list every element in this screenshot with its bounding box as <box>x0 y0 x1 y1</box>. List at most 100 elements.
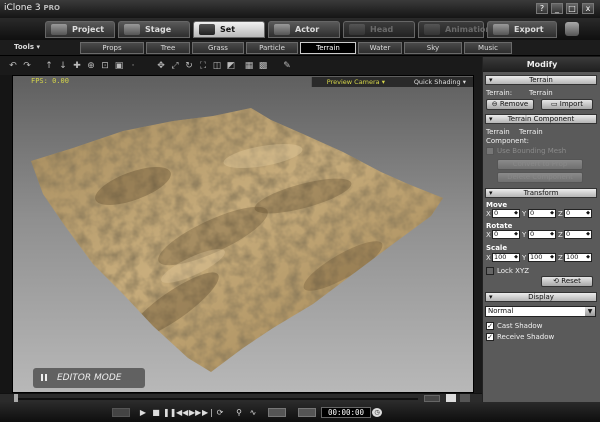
chevron-down-icon: ▾ <box>489 115 493 123</box>
monitor-icon[interactable] <box>268 408 286 417</box>
dot-icon[interactable]: · <box>128 61 138 71</box>
delete-component-button[interactable]: Delete Component <box>497 172 583 183</box>
speed-icon[interactable]: ∿ <box>248 408 258 417</box>
remove-button[interactable]: ⊖ Remove <box>486 99 534 110</box>
snap-icon[interactable]: ▩ <box>258 61 268 71</box>
axis-x-label: X <box>486 254 491 262</box>
subtab-particle[interactable]: Particle <box>246 42 298 54</box>
object-icon[interactable]: ▣ <box>114 61 124 71</box>
rotate-y-field[interactable]: 0 ◆ <box>528 230 556 239</box>
align-icon[interactable]: ⊕ <box>86 61 96 71</box>
pause-icon[interactable]: ❚❚ <box>163 408 176 417</box>
pan-icon[interactable]: ✥ <box>156 61 166 71</box>
tab-set[interactable]: Set <box>193 21 265 38</box>
cast-shadow-checkbox[interactable]: ✓ <box>486 322 494 330</box>
undo-icon[interactable]: ↶ <box>8 61 18 71</box>
pen-icon[interactable]: ✎ <box>282 61 292 71</box>
animation-icon <box>424 24 440 35</box>
axis-z-label: Z <box>558 254 563 262</box>
receive-shadow-checkbox[interactable]: ✓ <box>486 333 494 341</box>
display-section-header[interactable]: ▾ Display <box>485 292 597 302</box>
move-z-field[interactable]: 0 ◆ <box>564 209 592 218</box>
camera-icon[interactable] <box>298 408 316 417</box>
left-collapse-strip[interactable] <box>0 75 12 393</box>
scale-x-field[interactable]: 100 ◆ <box>492 253 520 262</box>
timeline-track[interactable] <box>14 398 418 400</box>
folder-icon: ▭ <box>550 100 560 108</box>
close-button[interactable]: x <box>582 3 594 14</box>
tab-export[interactable]: Export <box>487 21 557 38</box>
settings-icon[interactable] <box>565 22 579 36</box>
rotate-z-field[interactable]: 0 ◆ <box>564 230 592 239</box>
subtab-grass[interactable]: Grass <box>192 42 244 54</box>
zoom-icon[interactable]: ⚲ <box>234 408 244 417</box>
move-icon[interactable]: ✚ <box>72 61 82 71</box>
help-button[interactable]: ? <box>536 3 548 14</box>
import-button[interactable]: ▭ Import <box>541 99 593 110</box>
orbit-icon[interactable]: ↻ <box>184 61 194 71</box>
tools-menu[interactable]: Tools ▾ <box>14 43 40 51</box>
scale-y-field[interactable]: 100 ◆ <box>528 253 556 262</box>
tab-project[interactable]: Project <box>45 21 115 38</box>
timecode-display[interactable]: 00:00:00 <box>321 407 371 418</box>
timeline-playhead[interactable] <box>14 394 18 402</box>
subtab-tree[interactable]: Tree <box>146 42 190 54</box>
reset-button[interactable]: ⟲ Reset <box>541 276 593 287</box>
record-icon[interactable] <box>112 408 130 417</box>
app-title: iClone 3 PRO <box>4 3 60 13</box>
transform-section-header[interactable]: ▾ Transform <box>485 188 597 198</box>
maximize-button[interactable]: □ <box>566 3 578 14</box>
tab-actor[interactable]: Actor <box>268 21 340 38</box>
use-bounding-mesh-checkbox[interactable] <box>486 147 494 155</box>
fast-forward-icon[interactable]: ▶▶ <box>189 408 201 417</box>
axis-z-label: Z <box>558 231 563 239</box>
tab-animation[interactable]: Animation <box>418 21 491 38</box>
lock-xyz-checkbox[interactable] <box>486 267 494 275</box>
frame-icon[interactable]: ◫ <box>212 61 222 71</box>
arrow-down-icon[interactable]: ↓ <box>58 61 68 71</box>
stage-icon <box>124 24 140 35</box>
arrow-up-icon[interactable]: ↑ <box>44 61 54 71</box>
stop-icon[interactable]: ■ <box>151 408 161 417</box>
subtab-music[interactable]: Music <box>464 42 512 54</box>
head-icon <box>349 24 365 35</box>
clock-icon[interactable]: ◷ <box>372 408 382 417</box>
chevron-down-icon: ▾ <box>489 76 493 84</box>
redo-icon[interactable]: ↷ <box>22 61 32 71</box>
view-icon[interactable]: ▦ <box>244 61 254 71</box>
subtab-sky[interactable]: Sky <box>404 42 462 54</box>
fit-icon[interactable]: ⛶ <box>198 61 208 71</box>
camera-icon[interactable]: ◩ <box>226 61 236 71</box>
terrain-section-header[interactable]: ▾ Terrain <box>485 75 597 85</box>
component-section-header[interactable]: ▾ Terrain Component <box>485 114 597 124</box>
sub-tab-bar: Tools ▾ Props Tree Grass Particle Terrai… <box>0 40 600 56</box>
subtab-terrain[interactable]: Terrain <box>300 42 356 54</box>
display-mode-select[interactable]: Normal ▼ <box>485 306 596 317</box>
tab-stage[interactable]: Stage <box>118 21 190 38</box>
3d-viewport[interactable]: FPS: 0.00 Preview Camera ▾ Quick Shading… <box>12 75 474 393</box>
loop-icon[interactable]: ⟳ <box>215 408 225 417</box>
axis-z-label: Z <box>558 210 563 218</box>
play-icon[interactable]: ▶ <box>138 408 148 417</box>
end-icon[interactable]: ▶❘ <box>202 408 215 417</box>
actor-icon <box>274 24 290 35</box>
scale-z-field[interactable]: 100 ◆ <box>564 253 592 262</box>
convert-to-prop-button[interactable]: Convert to Prop <box>497 159 583 170</box>
chevron-down-icon: ▾ <box>489 189 493 197</box>
timeline-zoom-icon[interactable] <box>424 395 440 402</box>
rotate-x-field[interactable]: 0 ◆ <box>492 230 520 239</box>
remove-icon: ⊖ <box>491 100 500 108</box>
cast-shadow-label: Cast Shadow <box>497 322 543 330</box>
move-x-field[interactable]: 0 ◆ <box>492 209 520 218</box>
rewind-icon[interactable]: ◀◀ <box>176 408 188 417</box>
move-y-field[interactable]: 0 ◆ <box>528 209 556 218</box>
minimize-button[interactable]: _ <box>551 3 563 14</box>
terrain-mesh[interactable] <box>13 76 474 393</box>
tab-head[interactable]: Head <box>343 21 415 38</box>
subtab-water[interactable]: Water <box>358 42 402 54</box>
zoom-icon[interactable]: ⤢ <box>170 61 180 71</box>
panel-title: Modify <box>483 57 600 72</box>
editor-mode-badge[interactable]: EDITOR MODE <box>33 368 145 388</box>
subtab-props[interactable]: Props <box>80 42 144 54</box>
group-icon[interactable]: ⊡ <box>100 61 110 71</box>
